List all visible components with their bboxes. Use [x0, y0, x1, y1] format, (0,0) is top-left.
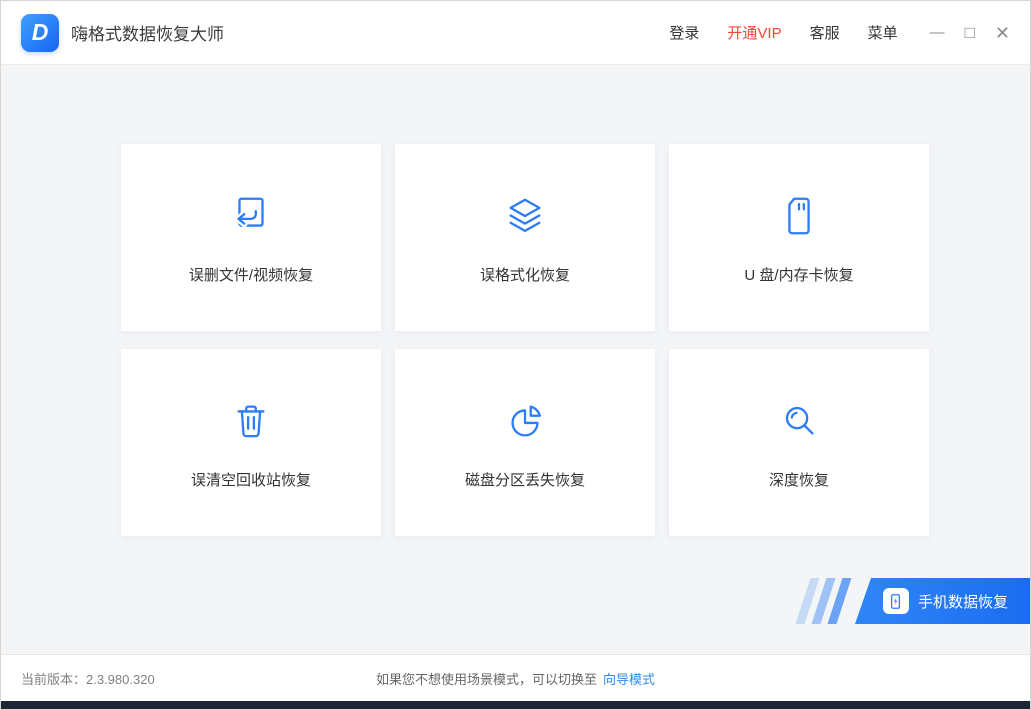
phone-recovery-ribbon: 手机数据恢复 — [803, 578, 1030, 624]
titlebar-nav: 登录 开通VIP 客服 菜单 — [669, 22, 897, 43]
magnifier-icon — [776, 395, 822, 447]
phone-recovery-label: 手机数据恢复 — [918, 591, 1008, 612]
card-label: 磁盘分区丢失恢复 — [465, 469, 585, 490]
card-deleted-file-recovery[interactable]: 误删文件/视频恢复 — [121, 144, 381, 331]
close-icon[interactable]: ✕ — [995, 24, 1010, 42]
logo-glyph: D — [32, 19, 49, 46]
maximize-icon[interactable]: □ — [965, 24, 975, 41]
card-partition-loss-recovery[interactable]: 磁盘分区丢失恢复 — [395, 349, 655, 536]
card-label: 深度恢复 — [769, 469, 829, 490]
sd-card-icon — [776, 190, 822, 242]
titlebar: D 嗨格式数据恢复大师 登录 开通VIP 客服 菜单 — □ ✕ — [1, 1, 1030, 65]
scene-card-grid: 误删文件/视频恢复 误格式化恢复 U 盘/内存卡恢复 — [121, 144, 929, 536]
card-label: 误格式化恢复 — [480, 264, 570, 285]
trash-icon — [228, 395, 274, 447]
minimize-icon[interactable]: — — [930, 25, 945, 40]
phone-recovery-icon — [883, 588, 909, 614]
app-title: 嗨格式数据恢复大师 — [71, 20, 224, 45]
card-deep-recovery[interactable]: 深度恢复 — [669, 349, 929, 536]
mode-hint: 如果您不想使用场景模式，可以切换至 向导模式 — [1, 655, 1030, 701]
app-window: D 嗨格式数据恢复大师 登录 开通VIP 客服 菜单 — □ ✕ — [0, 0, 1031, 710]
file-restore-icon — [228, 190, 274, 242]
status-bar: 当前版本：2.3.980.320 如果您不想使用场景模式，可以切换至 向导模式 — [1, 654, 1030, 701]
card-label: 误删文件/视频恢复 — [189, 264, 313, 285]
layers-icon — [502, 190, 548, 242]
nav-customer-service[interactable]: 客服 — [810, 22, 840, 43]
card-format-recovery[interactable]: 误格式化恢复 — [395, 144, 655, 331]
wizard-mode-link[interactable]: 向导模式 — [603, 669, 655, 688]
mode-hint-text: 如果您不想使用场景模式，可以切换至 — [376, 669, 597, 688]
nav-open-vip[interactable]: 开通VIP — [727, 22, 781, 43]
card-label: 误清空回收站恢复 — [191, 469, 311, 490]
phone-recovery-button[interactable]: 手机数据恢复 — [855, 578, 1030, 624]
app-logo-icon: D — [21, 14, 59, 52]
card-usb-sdcard-recovery[interactable]: U 盘/内存卡恢复 — [669, 144, 929, 331]
disk-partition-icon — [502, 395, 548, 447]
nav-menu[interactable]: 菜单 — [868, 22, 898, 43]
bottom-strip — [1, 701, 1030, 709]
card-label: U 盘/内存卡恢复 — [744, 264, 853, 285]
card-recycle-bin-recovery[interactable]: 误清空回收站恢复 — [121, 349, 381, 536]
window-controls: — □ ✕ — [930, 24, 1010, 42]
nav-login[interactable]: 登录 — [669, 22, 699, 43]
